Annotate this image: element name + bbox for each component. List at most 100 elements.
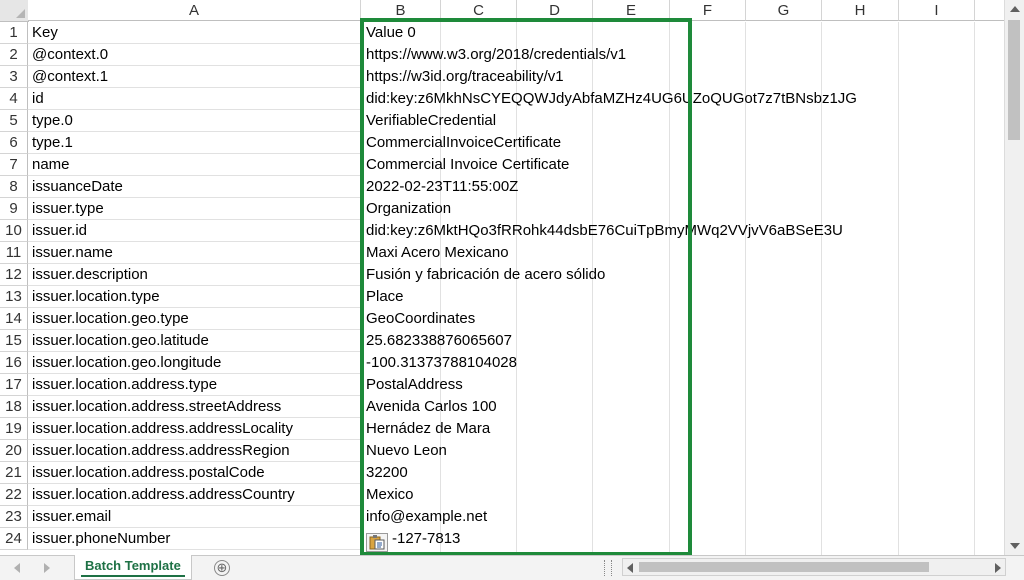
scroll-right-icon[interactable] — [995, 563, 1001, 573]
cell-key[interactable]: id — [28, 88, 360, 110]
row-header[interactable]: 15 — [0, 330, 28, 352]
tab-splitter[interactable] — [604, 560, 612, 576]
cell-key[interactable]: @context.0 — [28, 44, 360, 66]
column-header-j[interactable] — [975, 0, 1004, 21]
cell-value[interactable]: https://www.w3.org/2018/credentials/v1 — [362, 44, 1004, 66]
table-row: 8 issuanceDate 2022-02-23T11:55:00Z — [0, 176, 1004, 198]
cell-key[interactable]: issuer.location.address.addressRegion — [28, 440, 360, 462]
cell-key[interactable]: issuer.name — [28, 242, 360, 264]
cell-value[interactable]: PostalAddress — [362, 374, 1004, 396]
cell-key[interactable]: issuer.location.address.type — [28, 374, 360, 396]
cell-key[interactable]: issuer.id — [28, 220, 360, 242]
row-header[interactable]: 16 — [0, 352, 28, 374]
cell-key[interactable]: issuer.location.type — [28, 286, 360, 308]
cell-value[interactable]: Hernádez de Mara — [362, 418, 1004, 440]
cell-value[interactable]: Place — [362, 286, 1004, 308]
spreadsheet-grid[interactable]: A B C D E F G H I 1 Key Value 0 2 @context.0… — [0, 0, 1004, 555]
cell-value[interactable]: info@example.net — [362, 506, 1004, 528]
cell-value[interactable]: https://w3id.org/traceability/v1 — [362, 66, 1004, 88]
scroll-left-icon[interactable] — [627, 563, 633, 573]
scroll-up-icon[interactable] — [1010, 6, 1020, 12]
row-header[interactable]: 11 — [0, 242, 28, 264]
horizontal-scrollbar[interactable] — [622, 558, 1006, 576]
row-header[interactable]: 13 — [0, 286, 28, 308]
column-header-i[interactable]: I — [899, 0, 975, 21]
cell-key[interactable]: issuer.location.geo.latitude — [28, 330, 360, 352]
cell-value[interactable]: VerifiableCredential — [362, 110, 1004, 132]
vertical-scrollbar[interactable] — [1004, 0, 1024, 555]
row-header[interactable]: 1 — [0, 22, 28, 44]
cell-value[interactable]: Value 0 — [362, 22, 1004, 44]
cell-key[interactable]: Key — [28, 22, 360, 44]
cell-value[interactable]: CommercialInvoiceCertificate — [362, 132, 1004, 154]
cell-key[interactable]: issuer.location.address.postalCode — [28, 462, 360, 484]
cell-key[interactable]: name — [28, 154, 360, 176]
column-header-h[interactable]: H — [822, 0, 899, 21]
paste-options-icon[interactable] — [366, 533, 388, 552]
row-header[interactable]: 14 — [0, 308, 28, 330]
row-header[interactable]: 22 — [0, 484, 28, 506]
column-header-a[interactable]: A — [28, 0, 361, 21]
row-header[interactable]: 17 — [0, 374, 28, 396]
cell-key[interactable]: issuer.email — [28, 506, 360, 528]
row-header[interactable]: 18 — [0, 396, 28, 418]
column-header-b[interactable]: B — [361, 0, 441, 21]
cell-key[interactable]: issuer.phoneNumber — [28, 528, 360, 550]
cell-value[interactable]: GeoCoordinates — [362, 308, 1004, 330]
row-header[interactable]: 5 — [0, 110, 28, 132]
row-header[interactable]: 4 — [0, 88, 28, 110]
cell-value[interactable]: Nuevo Leon — [362, 440, 1004, 462]
row-header[interactable]: 10 — [0, 220, 28, 242]
sheet-tab-batch-template[interactable]: Batch Template — [74, 555, 192, 580]
cell-key[interactable]: type.1 — [28, 132, 360, 154]
add-sheet-icon[interactable]: ⊕ — [214, 560, 230, 576]
column-header-g[interactable]: G — [746, 0, 822, 21]
prev-sheet-icon[interactable] — [14, 563, 20, 573]
row-header[interactable]: 20 — [0, 440, 28, 462]
cell-key[interactable]: issuer.location.address.addressCountry — [28, 484, 360, 506]
column-header-e[interactable]: E — [593, 0, 670, 21]
cell-value[interactable]: Commercial Invoice Certificate — [362, 154, 1004, 176]
cell-value[interactable]: 32200 — [362, 462, 1004, 484]
row-header[interactable]: 9 — [0, 198, 28, 220]
cell-key[interactable]: @context.1 — [28, 66, 360, 88]
cell-key[interactable]: issuer.type — [28, 198, 360, 220]
row-header[interactable]: 7 — [0, 154, 28, 176]
row-header[interactable]: 6 — [0, 132, 28, 154]
column-header-c[interactable]: C — [441, 0, 517, 21]
row-header[interactable]: 3 — [0, 66, 28, 88]
scroll-down-icon[interactable] — [1010, 543, 1020, 549]
row-header[interactable]: 23 — [0, 506, 28, 528]
cell-key[interactable]: issuer.location.geo.longitude — [28, 352, 360, 374]
cell-value[interactable]: did:key:z6MktHQo3fRRohk44dsbE76CuiTpBmyM… — [362, 220, 1004, 242]
row-header[interactable]: 2 — [0, 44, 28, 66]
cell-value[interactable]: 2022-02-23T11:55:00Z — [362, 176, 1004, 198]
row-header[interactable]: 24 — [0, 528, 28, 550]
vertical-scroll-thumb[interactable] — [1008, 20, 1020, 140]
column-header-d[interactable]: D — [517, 0, 593, 21]
cell-value[interactable]: Avenida Carlos 100 — [362, 396, 1004, 418]
table-row: 1 Key Value 0 — [0, 22, 1004, 44]
column-header-f[interactable]: F — [670, 0, 746, 21]
cell-key[interactable]: issuer.description — [28, 264, 360, 286]
cell-value[interactable]: -127-7813 — [362, 528, 1004, 550]
cell-value[interactable]: Organization — [362, 198, 1004, 220]
cell-value[interactable]: Fusión y fabricación de acero sólido — [362, 264, 1004, 286]
cell-value[interactable]: 25.682338876065607 — [362, 330, 1004, 352]
cell-value[interactable]: Maxi Acero Mexicano — [362, 242, 1004, 264]
cell-key[interactable]: issuer.location.address.addressLocality — [28, 418, 360, 440]
cell-value[interactable]: Mexico — [362, 484, 1004, 506]
cell-key[interactable]: issuer.location.geo.type — [28, 308, 360, 330]
cell-key[interactable]: type.0 — [28, 110, 360, 132]
row-header[interactable]: 8 — [0, 176, 28, 198]
select-all-corner[interactable] — [0, 0, 29, 22]
row-header[interactable]: 19 — [0, 418, 28, 440]
cell-key[interactable]: issuer.location.address.streetAddress — [28, 396, 360, 418]
row-header[interactable]: 12 — [0, 264, 28, 286]
cell-key[interactable]: issuanceDate — [28, 176, 360, 198]
cell-value[interactable]: did:key:z6MkhNsCYEQQWJdyAbfaMZHz4UG6UZoQ… — [362, 88, 1004, 110]
cell-value[interactable]: -100.31373788104028 — [362, 352, 1004, 374]
row-header[interactable]: 21 — [0, 462, 28, 484]
next-sheet-icon[interactable] — [44, 563, 50, 573]
horizontal-scroll-thumb[interactable] — [639, 562, 929, 572]
